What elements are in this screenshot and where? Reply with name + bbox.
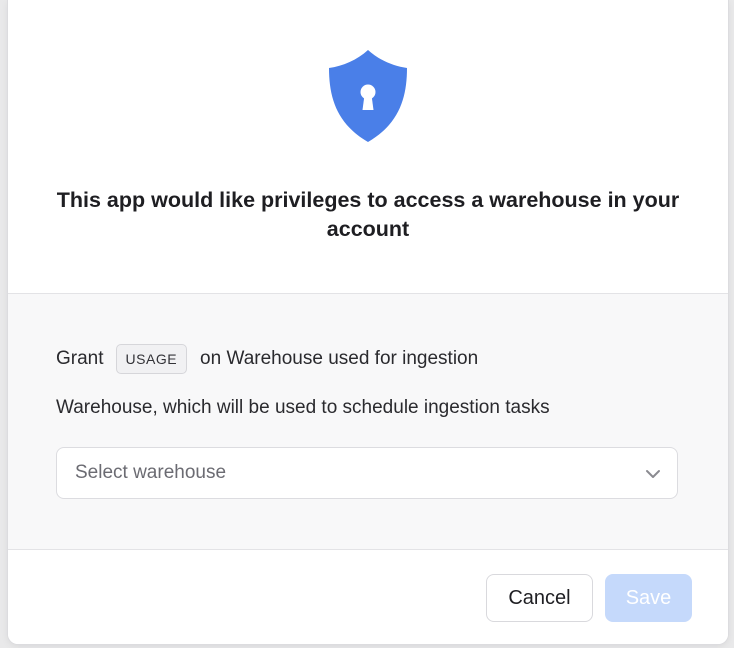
dialog-footer: Cancel Save [8,550,728,644]
chevron-down-icon [646,470,660,478]
shield-lock-icon [329,50,407,142]
privilege-badge: USAGE [115,344,188,374]
warehouse-description: Warehouse, which will be used to schedul… [56,397,550,418]
grant-line: Grant USAGE on Warehouse used for ingest… [56,344,478,374]
permission-dialog: This app would like privileges to access… [8,0,728,644]
grant-suffix: on Warehouse used for ingestion [200,348,479,369]
warehouse-select[interactable]: Select warehouse [56,447,678,499]
dialog-header: This app would like privileges to access… [8,0,728,294]
cancel-button[interactable]: Cancel [486,574,593,622]
save-button[interactable]: Save [605,574,692,622]
warehouse-select-placeholder: Select warehouse [75,462,227,483]
grant-prefix: Grant [56,348,104,369]
dialog-title: This app would like privileges to access… [56,188,680,241]
dialog-body: Grant USAGE on Warehouse used for ingest… [8,294,728,550]
